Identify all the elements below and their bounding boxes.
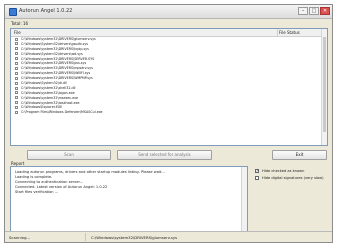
hide-checked-label[interactable]: Hide checked as known — [262, 169, 304, 173]
status-bar: Scanning... C:\Windows\system32\DRIVERS\… — [5, 231, 332, 242]
row-checkbox[interactable] — [15, 76, 18, 80]
row-checkbox[interactable] — [15, 71, 18, 75]
title-bar: Autorun Angel 1.0.22 – □ ✕ — [5, 5, 332, 19]
app-icon — [9, 8, 17, 16]
status-text: Scanning... — [9, 235, 31, 240]
scan-button[interactable]: Scan — [27, 150, 111, 160]
send-for-analysis-button[interactable]: Send selected for analysis — [117, 150, 212, 160]
column-header-file-status[interactable]: File Status — [279, 30, 300, 35]
row-checkbox[interactable] — [15, 110, 18, 114]
row-checkbox[interactable] — [15, 86, 18, 90]
row-checkbox[interactable] — [15, 42, 18, 46]
close-button[interactable]: ✕ — [320, 7, 330, 15]
row-checkbox[interactable] — [15, 96, 18, 100]
report-line: Connected. Latest version of Autorun Ang… — [15, 185, 108, 189]
report-line: Loading is complete. — [15, 175, 53, 179]
window-title: Autorun Angel 1.0.22 — [19, 8, 73, 14]
row-checkbox[interactable] — [15, 37, 18, 41]
table-row[interactable]: C:\Program Files\Windows Defender\MSASCu… — [11, 110, 323, 115]
status-current-file: C:\Windows\system32\DRIVERS\glumserv.sys — [91, 235, 178, 240]
row-checkbox[interactable] — [15, 81, 18, 85]
list-header: File File Status — [11, 29, 323, 37]
total-count-label: Total: 16 — [11, 21, 29, 26]
report-scrollbar[interactable] — [241, 167, 247, 232]
report-line: Connecting to authentication server... — [15, 180, 84, 184]
row-checkbox[interactable] — [15, 91, 18, 95]
row-checkbox[interactable] — [15, 47, 18, 51]
row-file-path: C:\Program Files\Windows Defender\MSASCu… — [21, 110, 103, 115]
row-checkbox[interactable] — [15, 101, 18, 105]
file-list[interactable]: File File Status C:\Windows\system32\DRI… — [10, 28, 328, 146]
maximize-button[interactable]: □ — [309, 7, 319, 15]
row-checkbox[interactable] — [15, 106, 18, 110]
file-rows: C:\Windows\system32\DRIVERS\glumserv.sys… — [11, 37, 323, 115]
status-separator — [85, 233, 86, 241]
app-window: Autorun Angel 1.0.22 – □ ✕ Total: 16 Fil… — [4, 4, 333, 243]
exit-button[interactable]: Exit — [272, 150, 327, 160]
hide-checked-checkbox[interactable]: ✓ — [255, 169, 259, 173]
row-checkbox[interactable] — [15, 66, 18, 70]
list-scrollbar[interactable] — [321, 29, 327, 145]
hide-signatures-checkbox[interactable] — [255, 176, 259, 180]
scrollbar-thumb[interactable] — [323, 37, 326, 132]
report-line: Start files verification ... — [15, 190, 59, 194]
row-checkbox[interactable] — [15, 52, 18, 56]
row-checkbox[interactable] — [15, 62, 18, 66]
report-line: Loading autorun programs, drivers and ot… — [15, 170, 165, 174]
minimize-button[interactable]: – — [298, 7, 308, 15]
column-header-file[interactable]: File — [14, 30, 21, 35]
row-checkbox[interactable] — [15, 57, 18, 61]
column-divider[interactable] — [277, 29, 278, 36]
report-box[interactable]: Loading autorun programs, drivers and ot… — [10, 166, 248, 233]
hide-signatures-label[interactable]: Hide digital signatures (very slow) — [262, 176, 324, 180]
